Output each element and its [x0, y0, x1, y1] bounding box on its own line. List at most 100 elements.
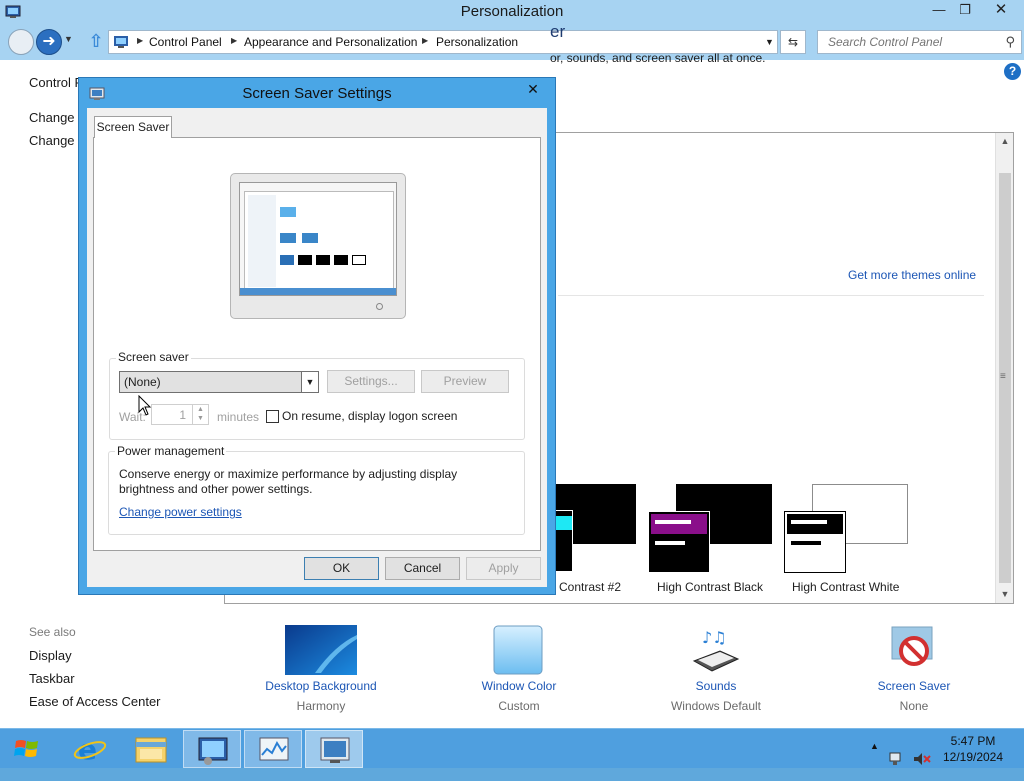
theme-label: High Contrast White: [792, 580, 900, 594]
scroll-down-icon[interactable]: ▼: [996, 586, 1014, 603]
help-icon[interactable]: ?: [1004, 63, 1021, 80]
taskbar: e ▲ 5:47 PM 12/19/2024: [0, 728, 1024, 768]
see-also-heading: See also: [29, 625, 76, 639]
chevron-right-icon[interactable]: ▶: [137, 36, 143, 45]
svg-text:♪♫: ♪♫: [702, 628, 727, 647]
spinner-arrows-icon[interactable]: ▲ ▼: [192, 405, 208, 424]
dialog-close-button[interactable]: ✕: [520, 81, 546, 99]
screen-saver-selected-value: (None): [124, 375, 161, 389]
navigation-bar: ➜ ▼ ⇧ ▶ Control Panel ▶ Appearance and P…: [0, 26, 1024, 58]
page-heading: er: [550, 22, 566, 41]
maximize-button[interactable]: ❐: [948, 0, 982, 22]
control-panel-home-link[interactable]: Control P: [29, 75, 83, 90]
theme-label: High Contrast Black: [657, 580, 764, 594]
see-also-display-link[interactable]: Display: [29, 648, 72, 663]
forward-button[interactable]: ➜: [36, 29, 62, 55]
screen-saver-group-label: Screen saver: [116, 350, 191, 364]
desktop-background-icon: [285, 625, 357, 675]
resume-logon-checkbox[interactable]: [266, 410, 279, 423]
breadcrumb-personalization[interactable]: Personalization: [436, 35, 518, 49]
breadcrumb-appearance[interactable]: Appearance and Personalization: [244, 35, 417, 49]
settings-button[interactable]: Settings...: [327, 370, 415, 393]
apply-button[interactable]: Apply: [466, 557, 541, 580]
svg-text:e: e: [78, 733, 97, 766]
chevron-down-icon[interactable]: ▼: [765, 37, 774, 47]
see-also-ease-of-access-link[interactable]: Ease of Access Center: [29, 694, 161, 709]
chevron-right-icon[interactable]: ▶: [231, 36, 237, 45]
page-description: or, sounds, and screen saver all at once…: [550, 51, 766, 65]
screen-saver-preview-monitor: [230, 173, 406, 319]
divider: [558, 295, 984, 296]
window-color-icon: [493, 625, 543, 675]
taskbar-control-panel[interactable]: [183, 730, 241, 768]
bottom-item-label: Sounds: [695, 679, 737, 693]
theme-preview-window: [648, 511, 710, 573]
change-desktop-icons-link[interactable]: Change d: [29, 110, 85, 125]
bottom-item-label: Window Color: [481, 679, 557, 693]
change-power-settings-link[interactable]: Change power settings: [119, 505, 242, 519]
control-panel-icon: [114, 36, 128, 48]
file-explorer-icon: [135, 737, 167, 763]
themes-scrollbar[interactable]: ▲ ≡ ▼: [995, 133, 1013, 603]
preview-button[interactable]: Preview: [421, 370, 509, 393]
theme-preview-window: [784, 511, 846, 573]
resume-logon-label: On resume, display logon screen: [282, 409, 458, 423]
bottom-item-value: Windows Default: [670, 699, 762, 713]
bottom-item-value: None: [899, 699, 929, 713]
scroll-up-icon[interactable]: ▲: [996, 133, 1014, 150]
start-button[interactable]: [0, 729, 56, 769]
minutes-label: minutes: [217, 410, 260, 424]
title-bar: Personalization — ❐ ✕: [0, 0, 1024, 26]
volume-muted-icon[interactable]: [912, 739, 932, 779]
search-icon[interactable]: ⚲: [1005, 34, 1015, 50]
power-indicator-icon: [376, 303, 383, 310]
wait-minutes-value: 1: [179, 408, 186, 422]
get-more-themes-link[interactable]: Get more themes online: [848, 268, 976, 282]
bottom-item-label: Desktop Background: [265, 679, 377, 693]
breadcrumb-control-panel[interactable]: Control Panel: [149, 35, 222, 49]
power-management-label: Power management: [115, 444, 227, 458]
screen-saver-icon: [891, 626, 933, 666]
personalization-icon: [320, 737, 350, 763]
up-arrow-icon[interactable]: ⇧: [86, 31, 106, 51]
cancel-button[interactable]: Cancel: [385, 557, 460, 580]
bottom-item-value: Harmony: [296, 699, 346, 713]
refresh-button[interactable]: ⇆: [780, 30, 806, 54]
power-description-line1: Conserve energy or maximize performance …: [119, 467, 458, 481]
show-hidden-icons[interactable]: ▲: [870, 741, 879, 781]
clock-time: 5:47 PM: [950, 734, 996, 748]
window-title: Personalization: [460, 3, 564, 20]
internet-explorer-icon: e: [73, 733, 107, 766]
network-icon[interactable]: [888, 739, 906, 779]
mouse-cursor-icon: [138, 395, 152, 416]
chevron-right-icon[interactable]: ▶: [422, 36, 428, 45]
taskbar-performance-monitor[interactable]: [244, 730, 302, 768]
control-panel-icon: [198, 737, 228, 765]
screen-saver-dropdown[interactable]: (None) ▼: [119, 371, 319, 393]
dialog-title: Screen Saver Settings: [242, 85, 392, 102]
performance-monitor-icon: [259, 737, 289, 761]
close-button[interactable]: ✕: [984, 0, 1018, 22]
taskbar-file-explorer[interactable]: [122, 730, 180, 768]
see-also-taskbar-link[interactable]: Taskbar: [29, 671, 75, 686]
bottom-item-label: Screen Saver: [877, 679, 951, 693]
back-button[interactable]: [8, 29, 34, 55]
start-icon: [14, 740, 38, 757]
bottom-item-value: Custom: [498, 699, 540, 713]
search-box[interactable]: ⚲: [817, 30, 1022, 54]
power-description-line2: brightness and other power settings.: [119, 482, 313, 496]
theme-label: Contrast #2: [559, 580, 622, 594]
taskbar-personalization[interactable]: [305, 730, 363, 768]
chevron-down-icon[interactable]: ▼: [301, 372, 318, 392]
wait-minutes-spinner[interactable]: 1 ▲ ▼: [151, 404, 209, 425]
grip-icon: ≡: [1000, 371, 1006, 382]
recent-pages-dropdown[interactable]: ▼: [64, 34, 73, 44]
search-input[interactable]: [826, 32, 1006, 52]
taskbar-internet-explorer[interactable]: e: [61, 730, 119, 768]
ok-button[interactable]: OK: [304, 557, 379, 580]
clock-date: 12/19/2024: [942, 750, 1004, 764]
tab-screen-saver[interactable]: Screen Saver: [94, 116, 172, 138]
preview-screen: [239, 182, 397, 296]
sounds-icon: ♪♫: [692, 628, 740, 672]
system-clock[interactable]: 5:47 PM 12/19/2024: [938, 733, 1008, 765]
